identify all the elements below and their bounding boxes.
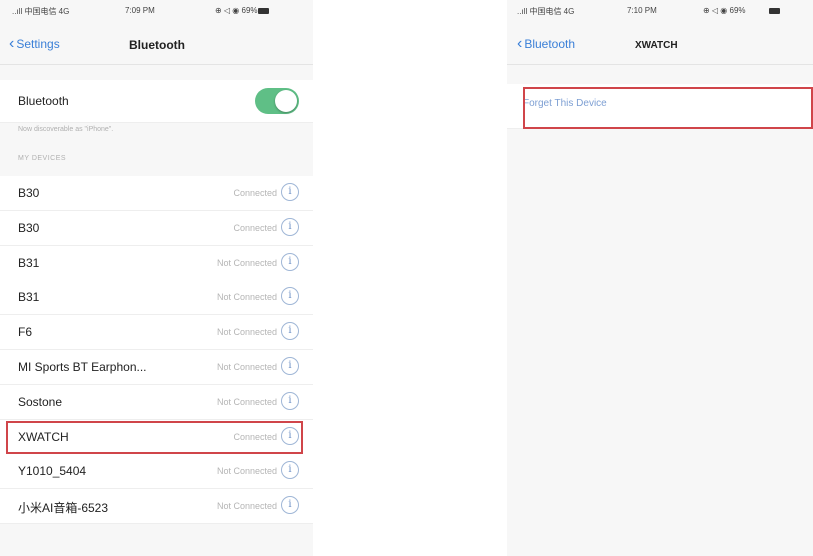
my-devices-header: MY DEVICES: [18, 155, 67, 162]
battery-icon: [258, 8, 269, 14]
back-label: Settings: [16, 37, 60, 51]
device-name: B30: [18, 186, 40, 200]
device-name: 小米AI音箱-6523: [18, 501, 109, 516]
connection-status: Not Connected: [216, 257, 277, 268]
battery-label: ⊕ ◁ ◉ 69%: [215, 6, 258, 15]
bluetooth-toggle[interactable]: [255, 88, 299, 114]
chevron-left-icon: ‹: [9, 35, 15, 52]
navigation-bar: ‹ Bluetooth XWATCH: [507, 28, 813, 65]
device-row[interactable]: B31 Not Connected i: [0, 245, 313, 281]
bluetooth-label: Bluetooth: [18, 94, 69, 108]
carrier-label: ..ıll 中国电信 4G: [517, 7, 575, 16]
device-name: MI Sports BT Earphon...: [18, 360, 147, 374]
info-icon[interactable]: i: [281, 391, 299, 410]
carrier-label: ..ıll 中国电信 4G: [12, 7, 70, 16]
connection-status: Not Connected: [216, 362, 277, 372]
connection-status: Not Connected: [216, 292, 277, 303]
chevron-left-icon: ‹: [517, 35, 523, 52]
device-name: Y1010_5404: [18, 464, 87, 479]
device-row[interactable]: 小米AI音箱-6523 Not Connected i: [0, 489, 313, 525]
device-row[interactable]: Sostone Not Connected i: [0, 384, 313, 420]
xwatch-highlight-box: [6, 421, 303, 454]
info-icon[interactable]: i: [281, 461, 299, 480]
bluetooth-settings-screen: ..ıll 中国电信 4G 7:09 PM ⊕ ◁ ◉ 69% ‹ Settin…: [0, 0, 313, 556]
back-button[interactable]: ‹ Settings: [9, 35, 60, 52]
connection-status: Not Connected: [216, 501, 277, 512]
device-name: F6: [18, 325, 33, 340]
page-title: XWATCH: [635, 40, 678, 51]
info-icon[interactable]: i: [281, 183, 299, 201]
battery-icon: [769, 8, 780, 14]
connection-status: Connected: [233, 188, 277, 198]
device-name: B31: [18, 290, 40, 305]
bluetooth-toggle-row: Bluetooth: [0, 80, 313, 123]
info-icon[interactable]: i: [281, 287, 299, 306]
info-icon[interactable]: i: [281, 496, 299, 515]
device-row[interactable]: F6 Not Connected i: [0, 315, 313, 351]
info-icon[interactable]: i: [281, 357, 299, 375]
navigation-bar: ‹ Settings Bluetooth: [0, 28, 313, 65]
page-title: Bluetooth: [129, 38, 185, 52]
back-button[interactable]: ‹ Bluetooth: [517, 35, 576, 52]
device-name: Sostone: [18, 394, 63, 409]
device-row[interactable]: B30 Connected i: [0, 210, 313, 246]
discoverable-note: Now discoverable as "iPhone".: [18, 126, 114, 133]
forget-highlight-box: [523, 87, 813, 129]
connection-status: Not Connected: [216, 396, 277, 407]
info-icon[interactable]: i: [281, 217, 299, 236]
device-name: B30: [18, 220, 40, 235]
info-icon[interactable]: i: [281, 322, 299, 341]
device-name: B31: [18, 255, 40, 270]
device-detail-screen: ..ıll 中国电信 4G 7:10 PM ⊕ ◁ ◉ 69% ‹ Blueto…: [507, 0, 813, 556]
device-row[interactable]: Y1010_5404 Not Connected i: [0, 454, 313, 490]
clock: 7:09 PM: [125, 6, 155, 15]
status-bar: ..ıll 中国电信 4G 7:10 PM ⊕ ◁ ◉ 69%: [507, 6, 813, 22]
connection-status: Not Connected: [216, 327, 277, 338]
clock: 7:10 PM: [627, 6, 657, 15]
device-row[interactable]: B31 Not Connected i: [0, 280, 313, 316]
info-icon[interactable]: i: [281, 252, 299, 271]
connection-status: Not Connected: [216, 466, 277, 477]
status-bar: ..ıll 中国电信 4G 7:09 PM ⊕ ◁ ◉ 69%: [0, 6, 313, 22]
back-label: Bluetooth: [524, 37, 576, 51]
toggle-knob: [275, 90, 297, 112]
device-row[interactable]: B30 Connected i: [0, 176, 313, 211]
battery-label: ⊕ ◁ ◉ 69%: [703, 6, 746, 15]
connection-status: Connected: [233, 222, 277, 233]
device-row[interactable]: MI Sports BT Earphon... Not Connected i: [0, 350, 313, 385]
